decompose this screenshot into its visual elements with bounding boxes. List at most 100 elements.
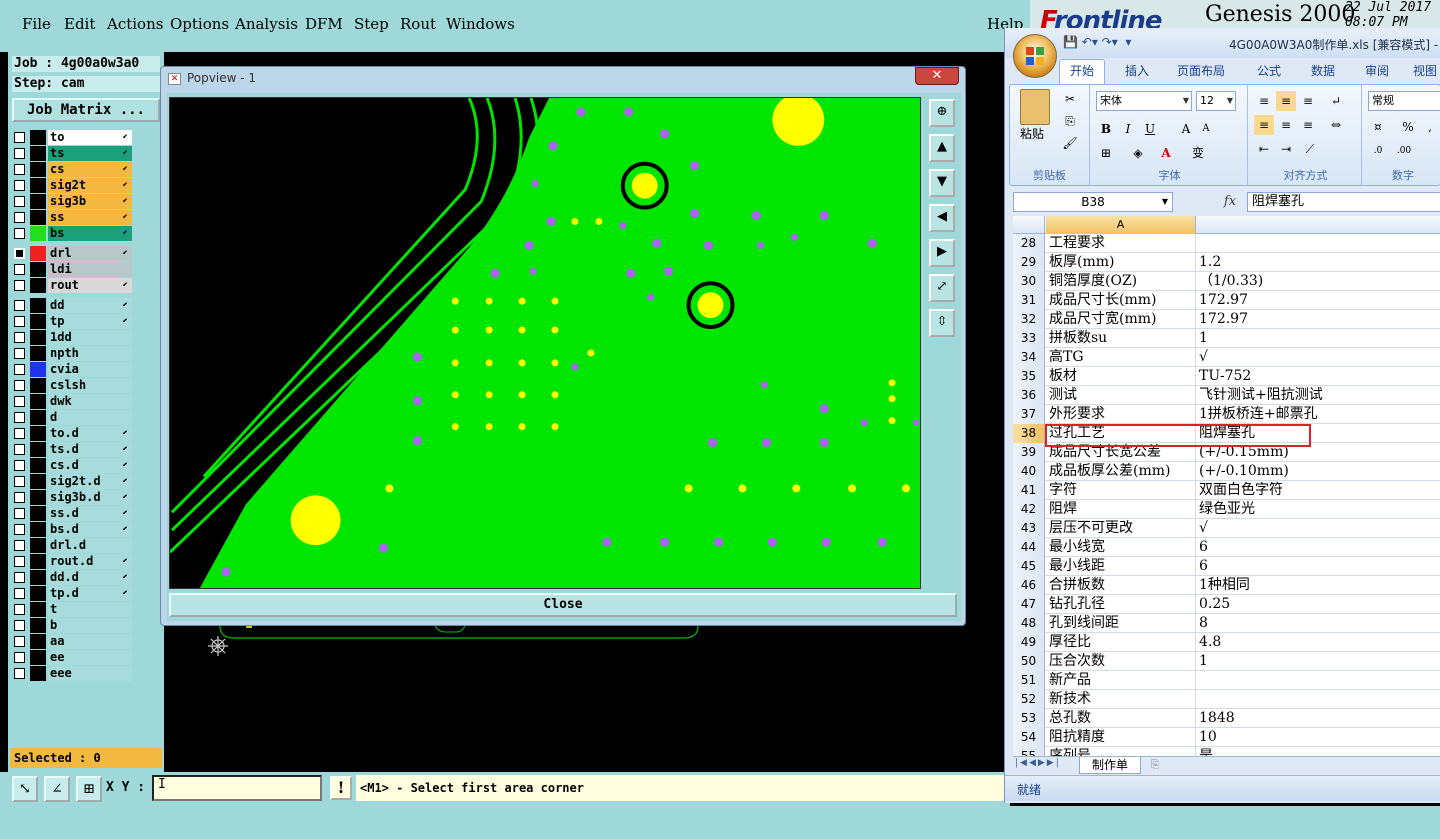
layer-name[interactable]: bs ⬋ (48, 226, 132, 241)
layer-color-swatch[interactable] (30, 362, 46, 377)
layer-color-swatch[interactable] (30, 130, 46, 145)
row-number[interactable]: 49 (1013, 633, 1045, 652)
row-number[interactable]: 41 (1013, 481, 1045, 500)
layer-row-ts[interactable]: ts ⬋ (12, 146, 134, 161)
select-all-corner[interactable] (1013, 216, 1045, 234)
layer-name[interactable]: ts ⬋ (48, 146, 132, 161)
layer-color-swatch[interactable] (30, 650, 46, 665)
layer-color-swatch[interactable] (30, 602, 46, 617)
cell-b[interactable] (1197, 671, 1440, 690)
ribbon-tab-5[interactable]: 审阅 (1365, 62, 1389, 79)
layer-name[interactable]: sig2t.d ⬋ (48, 474, 132, 489)
cell-b[interactable]: 10 (1197, 728, 1440, 747)
layer-row-drl[interactable]: drl ⬋ (12, 246, 134, 261)
row-number[interactable]: 52 (1013, 690, 1045, 709)
grow-font-button[interactable]: A (1176, 119, 1196, 139)
quick-access-toolbar[interactable]: 💾 ↶▾ ↷▾ ▾ (1063, 35, 1131, 49)
cell-a[interactable]: 新产品 (1047, 671, 1196, 690)
cell-a[interactable]: 板厚(mm) (1047, 253, 1196, 272)
cell-b[interactable]: 6 (1197, 557, 1440, 576)
row-number[interactable]: 28 (1013, 234, 1045, 253)
layer-name[interactable]: tp.d ⬋ (48, 586, 132, 601)
pan-right-button[interactable]: ▶ (929, 239, 955, 267)
layer-checkbox[interactable] (14, 492, 25, 503)
layer-color-swatch[interactable] (30, 410, 46, 425)
layer-row-bs[interactable]: bs ⬋ (12, 226, 134, 241)
layer-checkbox[interactable] (14, 396, 25, 407)
cell-b[interactable] (1197, 690, 1440, 709)
cell-a[interactable]: 字符 (1047, 481, 1196, 500)
alert-button[interactable]: ! (330, 776, 352, 800)
layer-name[interactable]: d (48, 410, 132, 425)
ribbon-tab-4[interactable]: 数据 (1311, 62, 1335, 79)
layer-color-swatch[interactable] (30, 226, 46, 241)
layer-row-drl-d[interactable]: drl.d (12, 538, 134, 553)
layer-row-dd-d[interactable]: dd.d ⬋ (12, 570, 134, 585)
layer-checkbox[interactable] (14, 524, 25, 535)
cell-a[interactable]: 厚径比 (1047, 633, 1196, 652)
row-number[interactable]: 37 (1013, 405, 1045, 424)
layer-color-swatch[interactable] (30, 378, 46, 393)
decrease-decimal-icon[interactable]: .00 (1394, 141, 1414, 161)
decrease-indent-icon[interactable]: ⇤ (1254, 139, 1274, 159)
layer-name[interactable]: to ⬋ (48, 130, 132, 145)
cell-b[interactable]: (+/-0.10mm) (1197, 462, 1440, 481)
layer-checkbox[interactable] (14, 228, 25, 239)
row-number[interactable]: 36 (1013, 386, 1045, 405)
popview-close-x-button[interactable]: ✕ (915, 67, 959, 85)
align-right-icon[interactable]: ≡ (1298, 115, 1318, 135)
layer-color-swatch[interactable] (30, 522, 46, 537)
cell-b[interactable]: 172.97 (1197, 310, 1440, 329)
layer-color-swatch[interactable] (30, 262, 46, 277)
menu-analysis[interactable]: Analysis (235, 15, 298, 33)
layer-color-swatch[interactable] (30, 458, 46, 473)
cell-b[interactable] (1197, 234, 1440, 253)
cell-a[interactable]: 测试 (1047, 386, 1196, 405)
layer-name[interactable]: rout.d ⬋ (48, 554, 132, 569)
paste-button[interactable]: 粘贴 (1020, 125, 1044, 142)
layer-name[interactable]: to.d ⬋ (48, 426, 132, 441)
layer-checkbox[interactable] (14, 604, 25, 615)
layer-row-bs-d[interactable]: bs.d ⬋ (12, 522, 134, 537)
layer-row-tp-d[interactable]: tp.d ⬋ (12, 586, 134, 601)
cell-b[interactable]: 绿色亚光 (1197, 500, 1440, 519)
orientation-icon[interactable]: ⟋ (1300, 139, 1320, 159)
cell-a[interactable]: 板材 (1047, 367, 1196, 386)
ribbon-tab-2[interactable]: 页面布局 (1177, 62, 1225, 79)
spreadsheet-grid[interactable]: A 28 工程要求 29 板厚(mm) 1.2 30 铜箔厚度(OZ) （1/0.33) 31 成… (1013, 216, 1440, 772)
increase-decimal-icon[interactable]: .0 (1368, 141, 1388, 161)
layer-name[interactable]: drl.d (48, 538, 132, 553)
cell-a[interactable]: 最小线宽 (1047, 538, 1196, 557)
cell-a[interactable]: 工程要求 (1047, 234, 1196, 253)
layer-name[interactable]: b (48, 618, 132, 633)
underline-button[interactable]: U (1140, 119, 1160, 139)
cell-b[interactable]: 8 (1197, 614, 1440, 633)
layer-checkbox[interactable] (14, 164, 25, 175)
layer-row-dwk[interactable]: dwk (12, 394, 134, 409)
align-middle-icon[interactable]: ≡ (1276, 91, 1296, 111)
layer-checkbox[interactable] (14, 316, 25, 327)
row-number[interactable]: 54 (1013, 728, 1045, 747)
align-top-icon[interactable]: ≡ (1254, 91, 1274, 111)
zoom-out-button[interactable]: ⇳ (929, 309, 955, 337)
layer-checkbox[interactable] (14, 380, 25, 391)
cell-a[interactable]: 拼板数su (1047, 329, 1196, 348)
row-number[interactable]: 42 (1013, 500, 1045, 519)
layer-name[interactable]: aa (48, 634, 132, 649)
layer-color-swatch[interactable] (30, 298, 46, 313)
cell-a[interactable]: 阻抗精度 (1047, 728, 1196, 747)
undo-icon[interactable]: ↶ (1082, 35, 1092, 49)
wrap-text-icon[interactable]: ↵ (1326, 91, 1346, 111)
layer-row-cslsh[interactable]: cslsh (12, 378, 134, 393)
row-number[interactable]: 40 (1013, 462, 1045, 481)
layer-checkbox[interactable] (14, 476, 25, 487)
formula-input[interactable]: 阻焊塞孔 (1247, 192, 1440, 212)
layer-row-aa[interactable]: aa (12, 634, 134, 649)
layer-color-swatch[interactable] (30, 474, 46, 489)
cell-a[interactable]: 铜箔厚度(OZ) (1047, 272, 1196, 291)
save-icon[interactable]: 💾 (1063, 35, 1078, 49)
layer-checkbox[interactable] (14, 508, 25, 519)
layer-row-dd[interactable]: dd ⬋ (12, 298, 134, 313)
layer-row-to-d[interactable]: to.d ⬋ (12, 426, 134, 441)
cell-b[interactable]: √ (1197, 348, 1440, 367)
